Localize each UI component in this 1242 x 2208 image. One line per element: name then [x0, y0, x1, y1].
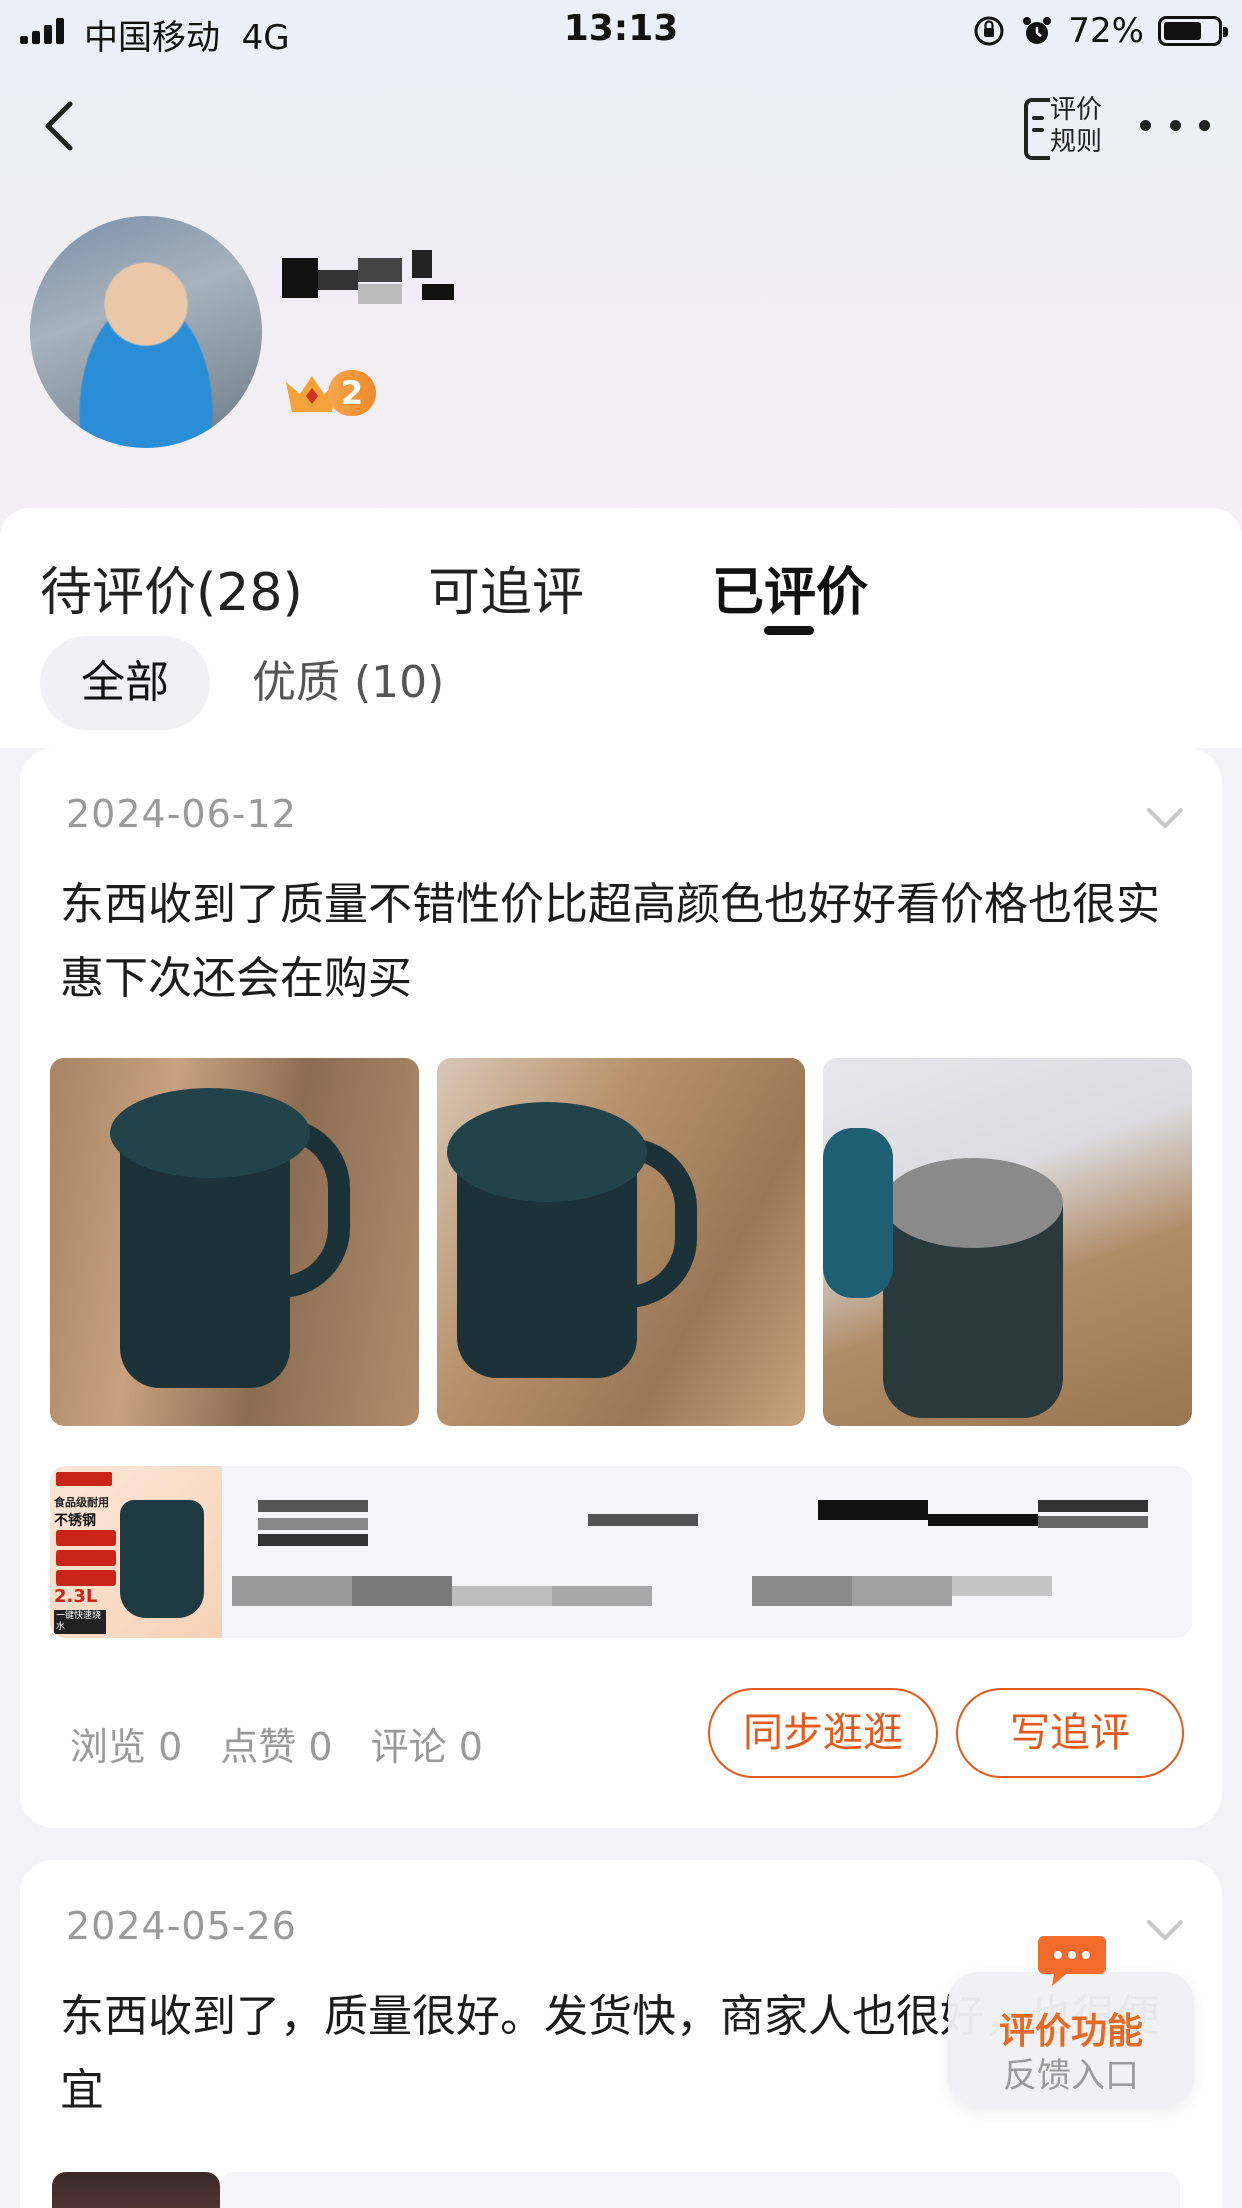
tab-pending[interactable]: 待评价(28) — [40, 550, 303, 625]
tab-follow-up[interactable]: 可追评 — [428, 550, 584, 625]
filter-quality[interactable]: 优质 (10) — [252, 636, 444, 730]
back-button[interactable] — [36, 96, 84, 156]
review-date: 2024-05-26 — [66, 1904, 297, 1948]
rules-label-line1: 评价 — [1050, 95, 1103, 125]
avatar — [30, 216, 262, 448]
write-follow-up-button[interactable]: 写追评 — [956, 1688, 1184, 1778]
review-date: 2024-06-12 — [66, 792, 297, 836]
review-stats: 浏览 0 点赞 0 评论 0 — [70, 1716, 483, 1771]
feedback-title: 评价功能 — [998, 2011, 1143, 2052]
chevron-down-icon[interactable] — [1146, 1918, 1184, 1942]
tab-indicator — [764, 626, 814, 635]
username-redacted — [282, 250, 482, 314]
chevron-down-icon[interactable] — [1146, 806, 1184, 830]
product-thumb-capacity: 2.3L — [54, 1586, 98, 1607]
battery-icon — [1158, 16, 1228, 46]
battery-percent: 72% — [1068, 11, 1144, 51]
product-thumbnail: 食品级耐用 不锈钢 2.3L 一键快速烧水 — [50, 1466, 222, 1638]
review-feedback-button[interactable]: 评价功能 反馈入口 — [948, 1936, 1194, 2108]
chevron-left-icon — [45, 101, 73, 151]
product-link[interactable]: 食品级耐用 不锈钢 2.3L 一键快速烧水 — [50, 1466, 1192, 1638]
review-photo[interactable] — [436, 1058, 806, 1426]
more-button[interactable] — [1140, 110, 1210, 140]
views-stat: 浏览 0 — [70, 1725, 183, 1769]
sync-to-guangguang-button[interactable]: 同步逛逛 — [708, 1688, 938, 1778]
review-photo[interactable] — [50, 1058, 419, 1426]
member-level-badge: 2 — [282, 368, 386, 418]
review-rules-button[interactable]: 评价 规则 — [1018, 92, 1108, 166]
review-text: 东西收到了质量不错性价比超高颜色也好好看价格也很实惠下次还会在购买 — [60, 879, 1160, 1004]
likes-stat: 点赞 0 — [220, 1725, 333, 1769]
more-dots-icon — [1140, 119, 1151, 131]
feedback-subtitle: 反馈入口 — [1003, 2056, 1139, 2096]
tab-reviewed[interactable]: 已评价 — [712, 550, 868, 625]
rules-label-line2: 规则 — [1050, 127, 1103, 157]
product-thumbnail — [52, 2172, 220, 2208]
tabs-panel: 待评价(28) 可追评 已评价 全部 优质 (10) — [0, 508, 1242, 748]
orientation-lock-icon — [974, 16, 1004, 46]
product-thumb-line1: 食品级耐用 — [54, 1496, 109, 1509]
alarm-icon — [1023, 17, 1052, 44]
status-right: 72% — [972, 8, 1228, 54]
review-card: 2024-06-12 东西收到了质量不错性价比超高颜色也好好看价格也很实惠下次还… — [20, 748, 1222, 1828]
product-thumb-badge: 一键快速烧水 — [54, 1610, 106, 1634]
product-title-redacted — [232, 1500, 1158, 1610]
product-link[interactable] — [220, 2172, 1180, 2208]
chat-bubble-icon — [1038, 1936, 1106, 1986]
comments-stat: 评论 0 — [370, 1725, 483, 1769]
filter-all[interactable]: 全部 — [40, 636, 210, 730]
product-thumb-line2: 不锈钢 — [54, 1513, 96, 1529]
review-photo[interactable] — [823, 1058, 1193, 1426]
level-number: 2 — [328, 370, 376, 416]
review-photos — [50, 1058, 1193, 1426]
status-bar: 中国移动 4G 13:13 72% — [0, 0, 1242, 62]
